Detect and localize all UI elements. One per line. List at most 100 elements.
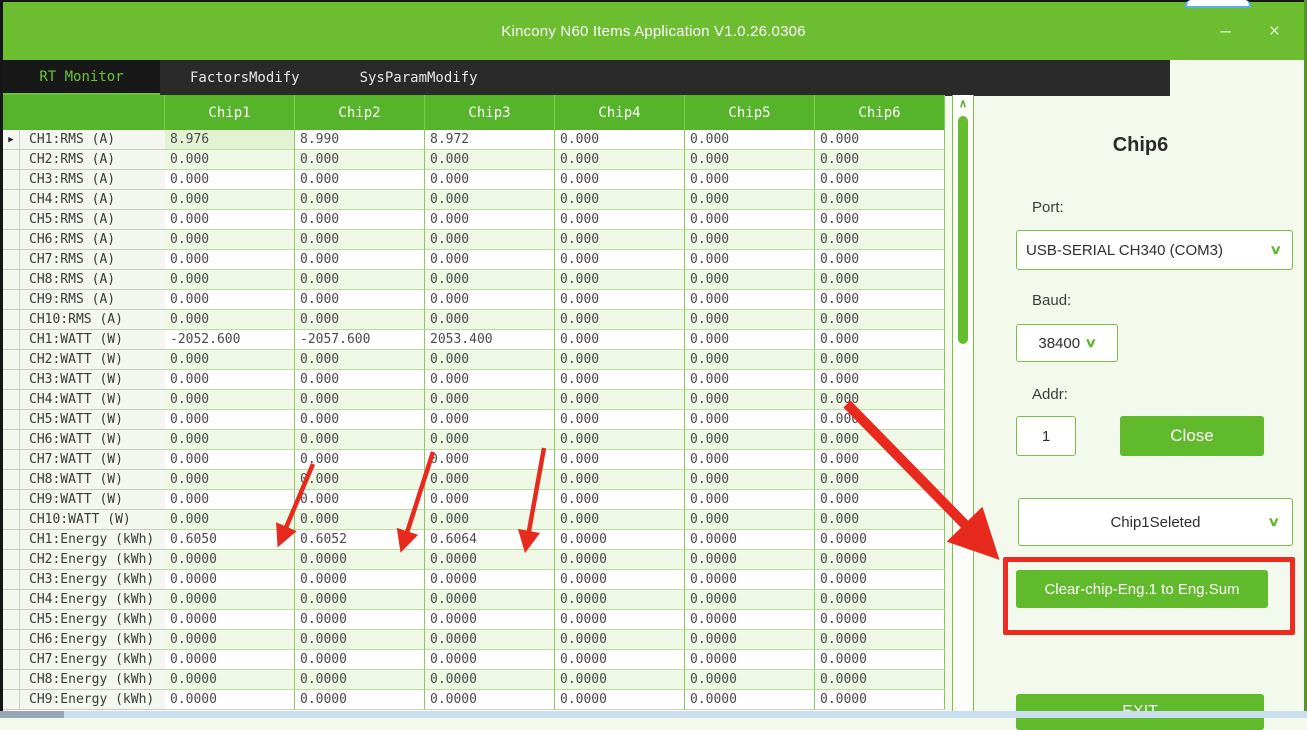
table-cell[interactable]: 0.000 <box>815 130 945 150</box>
table-cell[interactable]: 0.000 <box>685 330 815 350</box>
table-cell[interactable]: 0.000 <box>555 290 685 310</box>
row-label[interactable]: CH8:RMS (A) <box>20 270 165 290</box>
table-cell[interactable]: 0.000 <box>165 490 295 510</box>
table-cell[interactable]: 0.000 <box>425 390 555 410</box>
table-cell[interactable]: 0.0000 <box>555 550 685 570</box>
table-cell[interactable]: 0.000 <box>815 290 945 310</box>
table-cell[interactable]: 0.000 <box>165 370 295 390</box>
table-cell[interactable]: 0.000 <box>685 510 815 530</box>
table-cell[interactable]: 0.000 <box>295 310 425 330</box>
table-cell[interactable]: 0.000 <box>555 170 685 190</box>
table-cell[interactable]: 0.000 <box>555 230 685 250</box>
table-cell[interactable]: 0.000 <box>555 130 685 150</box>
row-label[interactable]: CH2:RMS (A) <box>20 150 165 170</box>
table-cell[interactable]: 0.0000 <box>295 690 425 710</box>
table-cell[interactable]: 0.0000 <box>555 690 685 710</box>
row-label[interactable]: CH3:WATT (W) <box>20 370 165 390</box>
table-cell[interactable]: 0.000 <box>555 510 685 530</box>
row-indicator[interactable] <box>3 510 20 530</box>
row-indicator[interactable] <box>3 150 20 170</box>
table-cell[interactable]: 0.000 <box>425 290 555 310</box>
table-cell[interactable]: 0.000 <box>425 490 555 510</box>
table-cell[interactable]: 0.000 <box>425 450 555 470</box>
table-cell[interactable]: 0.000 <box>165 510 295 530</box>
table-cell[interactable]: 0.000 <box>815 310 945 330</box>
row-indicator[interactable] <box>3 350 20 370</box>
table-cell[interactable]: 0.000 <box>555 410 685 430</box>
table-cell[interactable]: 0.000 <box>295 370 425 390</box>
table-cell[interactable]: -2052.600 <box>165 330 295 350</box>
table-cell[interactable]: 0.0000 <box>425 590 555 610</box>
tab-sysparammodify[interactable]: SysParamModify <box>330 60 508 96</box>
table-cell[interactable]: 0.000 <box>555 250 685 270</box>
table-cell[interactable]: 0.0000 <box>295 590 425 610</box>
row-indicator[interactable] <box>3 550 20 570</box>
table-cell[interactable]: 0.0000 <box>295 670 425 690</box>
table-cell[interactable]: 0.000 <box>815 370 945 390</box>
row-label[interactable]: CH2:Energy (kWh) <box>20 550 165 570</box>
table-cell[interactable]: 0.000 <box>815 150 945 170</box>
table-cell[interactable]: 0.0000 <box>295 550 425 570</box>
table-cell[interactable]: 0.0000 <box>685 610 815 630</box>
table-cell[interactable]: 0.0000 <box>815 570 945 590</box>
table-cell[interactable]: 0.0000 <box>165 570 295 590</box>
row-indicator[interactable] <box>3 190 20 210</box>
table-cell[interactable]: 0.000 <box>555 150 685 170</box>
table-cell[interactable]: 0.000 <box>685 350 815 370</box>
table-cell[interactable]: 0.000 <box>165 150 295 170</box>
row-label[interactable]: CH7:WATT (W) <box>20 450 165 470</box>
table-cell[interactable]: 0.0000 <box>425 550 555 570</box>
table-cell[interactable]: 0.000 <box>555 430 685 450</box>
table-cell[interactable]: 0.000 <box>425 150 555 170</box>
row-label[interactable]: CH8:Energy (kWh) <box>20 670 165 690</box>
column-header-chip1[interactable]: Chip1 <box>165 95 295 130</box>
table-cell[interactable]: 0.000 <box>685 210 815 230</box>
table-cell[interactable]: 0.0000 <box>165 690 295 710</box>
row-label[interactable]: CH6:WATT (W) <box>20 430 165 450</box>
table-cell[interactable]: 0.0000 <box>295 630 425 650</box>
table-cell[interactable]: 0.0000 <box>165 630 295 650</box>
row-label[interactable]: CH4:RMS (A) <box>20 190 165 210</box>
table-cell[interactable]: 0.000 <box>555 490 685 510</box>
table-cell[interactable]: 0.0000 <box>165 650 295 670</box>
row-indicator[interactable] <box>3 590 20 610</box>
vertical-scrollbar[interactable]: ∧ <box>952 95 974 712</box>
row-indicator[interactable] <box>3 390 20 410</box>
row-indicator[interactable] <box>3 450 20 470</box>
table-cell[interactable]: 0.6050 <box>165 530 295 550</box>
table-cell[interactable]: 0.000 <box>295 490 425 510</box>
row-label[interactable]: CH9:RMS (A) <box>20 290 165 310</box>
table-cell[interactable]: 0.000 <box>685 230 815 250</box>
row-label[interactable]: CH1:WATT (W) <box>20 330 165 350</box>
table-cell[interactable]: 0.0000 <box>815 670 945 690</box>
table-cell[interactable]: 0.000 <box>425 410 555 430</box>
table-cell[interactable]: 0.0000 <box>685 670 815 690</box>
table-cell[interactable]: 0.000 <box>165 170 295 190</box>
table-cell[interactable]: 0.000 <box>295 410 425 430</box>
row-label[interactable]: CH7:Energy (kWh) <box>20 650 165 670</box>
table-cell[interactable]: 0.000 <box>165 450 295 470</box>
table-cell[interactable]: 0.000 <box>295 170 425 190</box>
table-cell[interactable]: 0.000 <box>815 430 945 450</box>
table-cell[interactable]: 0.0000 <box>555 590 685 610</box>
table-cell[interactable]: 0.000 <box>165 410 295 430</box>
scrollbar-thumb[interactable] <box>958 116 968 344</box>
row-label[interactable]: CH4:Energy (kWh) <box>20 590 165 610</box>
table-cell[interactable]: 0.000 <box>815 410 945 430</box>
table-cell[interactable]: 0.000 <box>815 270 945 290</box>
table-cell[interactable]: -2057.600 <box>295 330 425 350</box>
table-cell[interactable]: 0.000 <box>685 310 815 330</box>
table-cell[interactable]: 0.0000 <box>815 650 945 670</box>
table-cell[interactable]: 0.000 <box>815 470 945 490</box>
column-header-chip2[interactable]: Chip2 <box>295 95 425 130</box>
table-cell[interactable]: 0.000 <box>815 190 945 210</box>
table-cell[interactable]: 0.0000 <box>555 570 685 590</box>
table-cell[interactable]: 0.0000 <box>425 670 555 690</box>
table-cell[interactable]: 0.000 <box>685 370 815 390</box>
row-label[interactable]: CH10:RMS (A) <box>20 310 165 330</box>
row-label[interactable]: CH3:RMS (A) <box>20 170 165 190</box>
table-cell[interactable]: 0.000 <box>295 510 425 530</box>
table-cell[interactable]: 0.000 <box>425 510 555 530</box>
table-cell[interactable]: 0.000 <box>165 470 295 490</box>
table-cell[interactable]: 0.0000 <box>165 590 295 610</box>
